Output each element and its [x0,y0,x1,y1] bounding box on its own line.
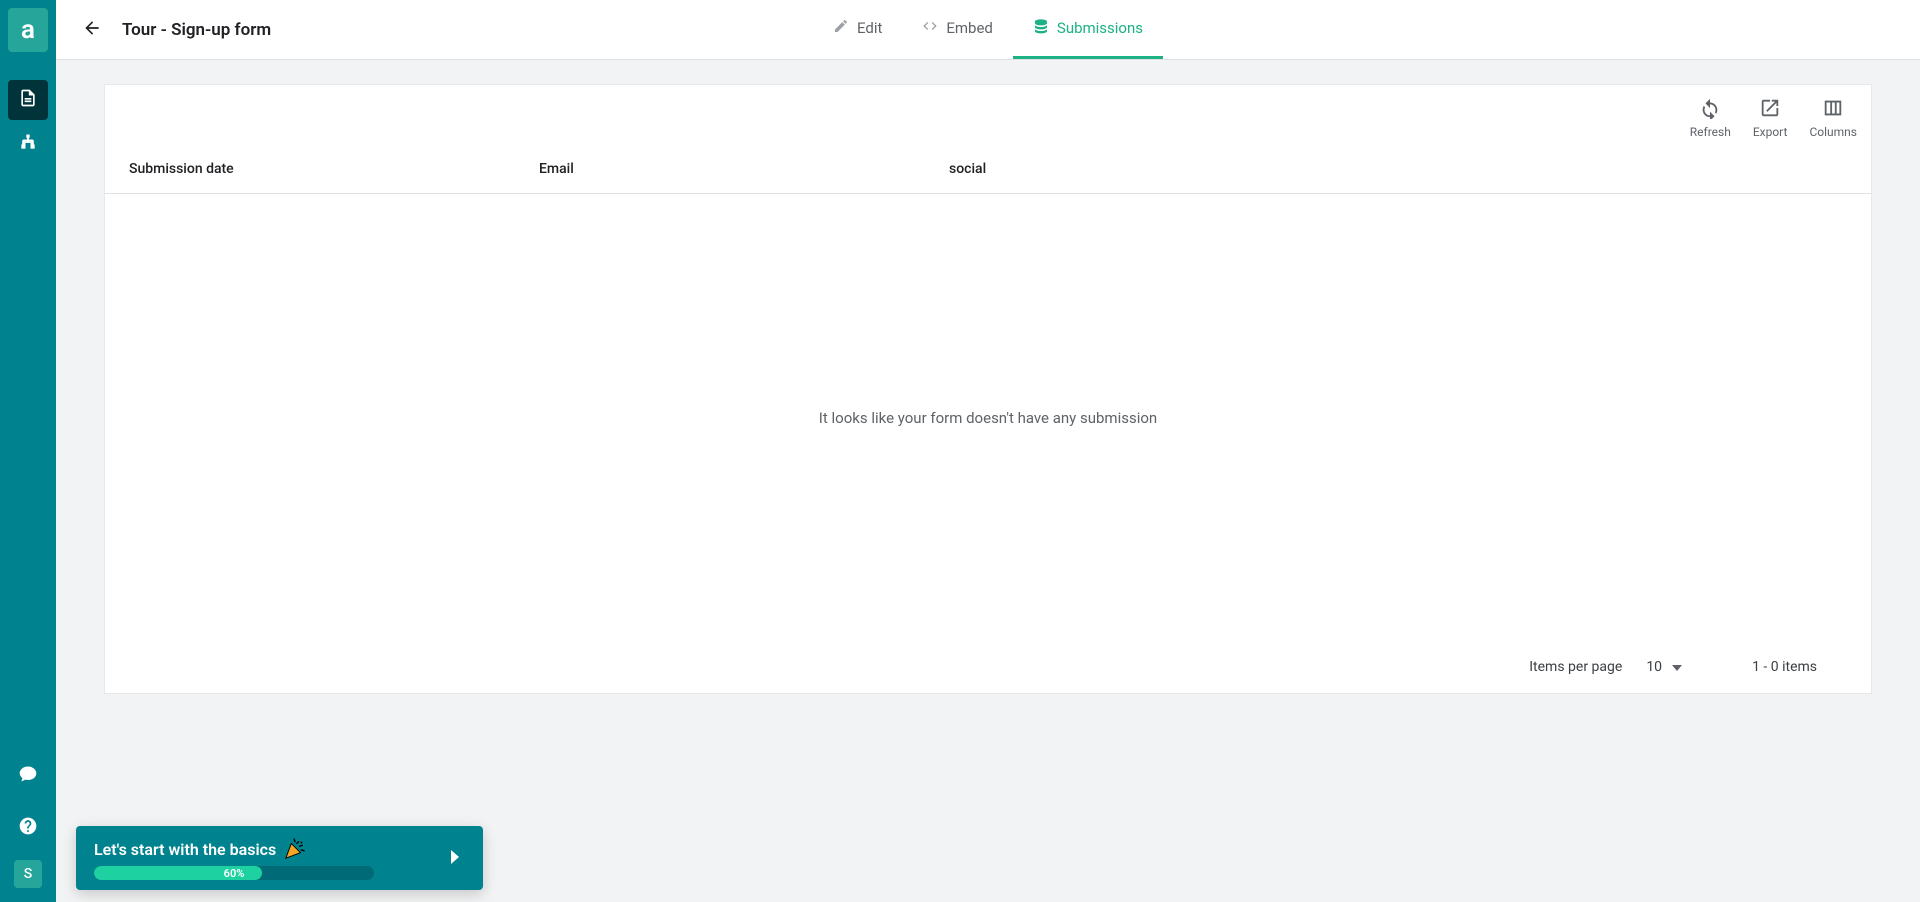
avatar-initial: S [24,866,32,882]
export-label: Export [1753,125,1788,139]
table-footer: Items per page 10 1 - 0 items [105,641,1871,693]
code-icon [922,18,938,38]
document-icon [18,88,38,112]
progress-percent: 60% [224,867,245,880]
onboarding-bubble[interactable]: Let's start with the basics 60% [76,826,483,890]
pagination-range: 1 - 0 items [1752,659,1817,675]
columns-icon [1822,97,1844,122]
submissions-card: Refresh Export Columns [104,84,1872,694]
empty-state-text: It looks like your form doesn't have any… [819,409,1157,427]
tab-embed[interactable]: Embed [902,0,1013,59]
chevron-down-icon [1672,659,1682,675]
onboarding-expand[interactable] [445,850,465,868]
empty-state: It looks like your form doesn't have any… [105,194,1871,641]
columns-button[interactable]: Columns [1809,97,1857,139]
chevron-right-icon [450,850,460,868]
database-icon [1033,18,1049,38]
tab-label: Submissions [1057,19,1143,37]
tab-label: Embed [946,19,993,37]
sidebar-item-chat[interactable] [8,756,48,796]
items-per-page-label: Items per page [1529,659,1622,675]
page-title: Tour - Sign-up form [122,20,271,40]
sitemap-icon [18,132,38,156]
refresh-button[interactable]: Refresh [1690,97,1731,139]
tab-label: Edit [857,19,882,37]
sidebar-item-structure[interactable] [8,124,48,164]
tab-submissions[interactable]: Submissions [1013,0,1163,59]
sidebar-item-forms[interactable] [8,80,48,120]
table-header-row: Submission date Email social [105,145,1871,194]
columns-label: Columns [1809,125,1857,139]
arrow-left-icon [82,18,102,42]
onboarding-title: Let's start with the basics [94,840,276,859]
header-tabs: Edit Embed Submissions [813,0,1163,59]
items-per-page-value: 10 [1646,659,1662,675]
column-header-email[interactable]: Email [539,161,949,177]
card-toolbar: Refresh Export Columns [105,85,1871,145]
column-header-social[interactable]: social [949,161,1847,177]
content-area: Refresh Export Columns [56,60,1920,902]
header: Tour - Sign-up form Edit Embed [56,0,1920,60]
refresh-icon [1699,97,1721,122]
edit-icon [833,18,849,38]
items-per-page-select[interactable]: 10 [1646,659,1682,675]
back-button[interactable] [80,18,104,42]
app-logo[interactable]: a [8,8,48,52]
help-icon [18,816,38,840]
tab-edit[interactable]: Edit [813,0,902,59]
app-logo-letter: a [21,15,35,45]
refresh-label: Refresh [1690,125,1731,139]
export-icon [1759,97,1781,122]
user-avatar[interactable]: S [14,860,42,888]
party-popper-icon [284,838,306,860]
export-button[interactable]: Export [1753,97,1788,139]
sidebar-item-help[interactable] [8,808,48,848]
sidebar: a [0,0,56,902]
progress-bar: 60% [94,866,374,880]
column-header-date[interactable]: Submission date [129,161,539,177]
chat-icon [18,764,38,788]
